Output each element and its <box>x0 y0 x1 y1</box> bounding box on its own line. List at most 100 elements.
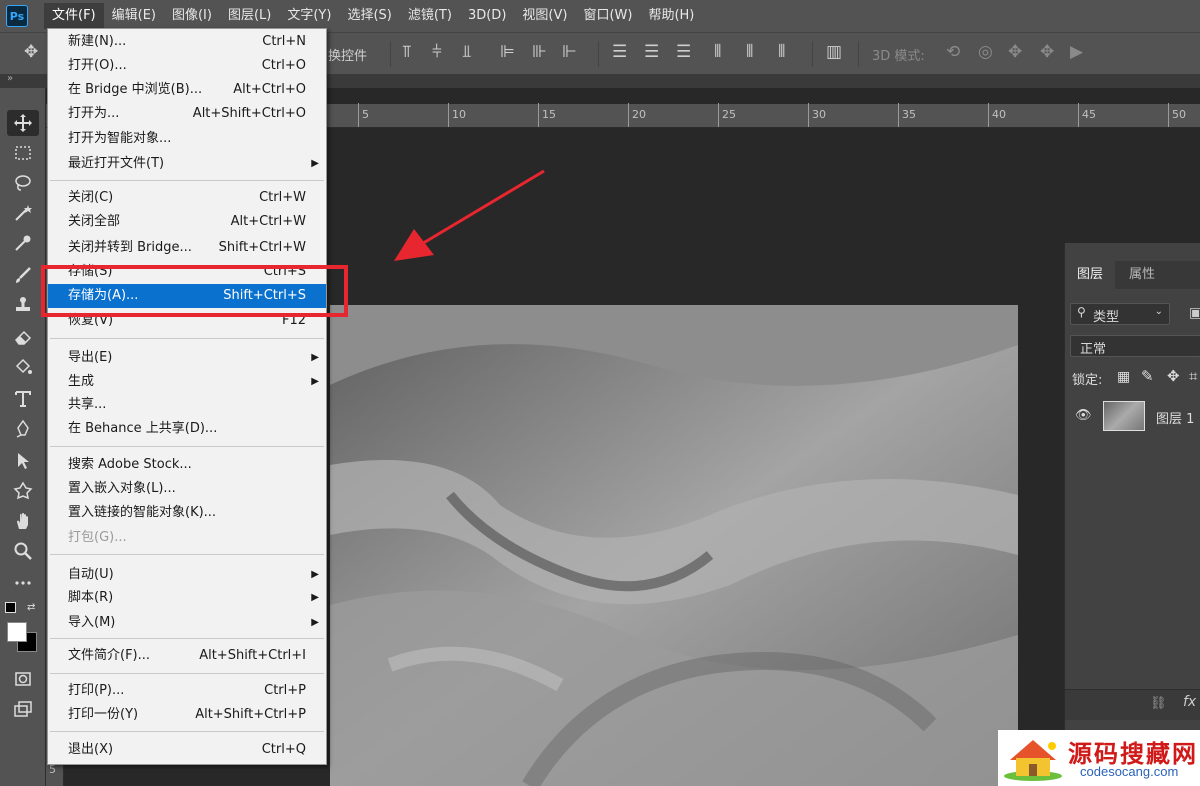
menu-item-search-stock[interactable]: 搜索 Adobe Stock... <box>48 453 326 477</box>
menu-item-new[interactable]: 新建(N)... Ctrl+N <box>48 30 326 54</box>
menu-separator <box>50 180 324 181</box>
menu-image[interactable]: 图像(I) <box>164 3 220 29</box>
menu-item-scripts[interactable]: 脚本(R) ▶ <box>48 586 326 610</box>
align-vcenter-icon[interactable]: ⫩ <box>432 42 442 62</box>
pen-tool[interactable] <box>7 416 39 442</box>
align-right-icon[interactable]: ⊩ <box>562 42 577 62</box>
align-bottom-icon[interactable]: ⫫ <box>462 42 472 62</box>
submenu-arrow-icon: ▶ <box>311 376 319 387</box>
menu-item-recent-files[interactable]: 最近打开文件(T) ▶ <box>48 152 326 176</box>
menu-item-open[interactable]: 打开(O)... Ctrl+O <box>48 54 326 78</box>
quick-mask-button[interactable] <box>7 666 39 692</box>
menu-item-generate[interactable]: 生成 ▶ <box>48 370 326 394</box>
foreground-color-swatch[interactable] <box>7 622 27 642</box>
align-top-icon[interactable]: ⫪ <box>402 42 412 62</box>
menu-item-export[interactable]: 导出(E) ▶ <box>48 346 326 370</box>
more-tools[interactable] <box>7 570 39 596</box>
layer-row[interactable]: 👁 图层 1 <box>1065 399 1200 435</box>
filter-label: 类型 <box>1093 310 1120 325</box>
link-icon[interactable]: ⛓ <box>1150 696 1167 711</box>
lock-artboard-icon[interactable]: ⌗ <box>1189 367 1197 385</box>
menu-item-print-one-copy[interactable]: 打印一份(Y) Alt+Shift+Ctrl+P <box>48 703 326 727</box>
distribute-top-icon[interactable]: ☰ <box>612 42 627 62</box>
menu-item-share[interactable]: 共享... <box>48 393 326 417</box>
layer-filter-select[interactable]: ⚲ 类型 ⌄ <box>1070 303 1170 325</box>
magic-wand-icon <box>15 205 32 221</box>
lasso-tool[interactable] <box>7 170 39 196</box>
hand-tool[interactable] <box>7 508 39 534</box>
ruler-tick <box>898 103 899 127</box>
menu-item-place-embedded[interactable]: 置入嵌入对象(L)... <box>48 477 326 501</box>
3d-orbit-icon[interactable]: ⟲ <box>946 42 960 62</box>
menu-type[interactable]: 文字(Y) <box>279 3 339 29</box>
color-swatches[interactable]: ⇄ <box>5 602 41 656</box>
marquee-tool[interactable] <box>7 140 39 166</box>
menu-select[interactable]: 选择(S) <box>339 3 399 29</box>
eraser-tool[interactable] <box>7 324 39 350</box>
move-tool[interactable] <box>7 110 39 136</box>
hand-icon <box>17 513 28 529</box>
move-tool-icon[interactable]: ✥ <box>24 42 38 62</box>
menu-edit[interactable]: 编辑(E) <box>104 3 164 29</box>
ruler-label: 15 <box>542 108 556 121</box>
auto-align-icon[interactable]: ▥ <box>826 42 842 62</box>
menu-view[interactable]: 视图(V) <box>514 3 575 29</box>
menu-item-close-all[interactable]: 关闭全部 Alt+Ctrl+W <box>48 210 326 234</box>
shape-tool[interactable] <box>7 478 39 504</box>
screen-mode-button[interactable] <box>7 696 39 722</box>
menu-item-file-info[interactable]: 文件简介(F)... Alt+Shift+Ctrl+I <box>48 644 326 668</box>
menu-item-exit[interactable]: 退出(X) Ctrl+Q <box>48 738 326 762</box>
expand-icon[interactable]: » <box>7 73 13 84</box>
3d-slide-icon[interactable]: ✥ <box>1040 42 1054 62</box>
menu-item-share-behance[interactable]: 在 Behance 上共享(D)... <box>48 417 326 441</box>
menu-help[interactable]: 帮助(H) <box>640 3 702 29</box>
blend-mode-select[interactable]: 正常 <box>1070 335 1200 357</box>
menu-item-close-go-bridge[interactable]: 关闭并转到 Bridge... Shift+Ctrl+W <box>48 236 326 260</box>
3d-camera-icon[interactable]: ▶ <box>1070 42 1083 62</box>
menu-filter[interactable]: 滤镜(T) <box>400 3 460 29</box>
menu-item-browse-bridge[interactable]: 在 Bridge 中浏览(B)... Alt+Ctrl+O <box>48 78 326 102</box>
eye-icon[interactable]: 👁 <box>1075 408 1092 423</box>
menu-item-import[interactable]: 导入(M) ▶ <box>48 611 326 635</box>
document-image[interactable] <box>330 305 1018 786</box>
fx-button[interactable]: fx <box>1183 694 1196 710</box>
align-hcenter-icon[interactable]: ⊪ <box>532 42 547 62</box>
3d-pan-icon[interactable]: ✥ <box>1008 42 1022 62</box>
menu-item-open-smart-object[interactable]: 打开为智能对象... <box>48 127 326 151</box>
tab-layers[interactable]: 图层 <box>1065 261 1116 289</box>
distribute-right-icon[interactable]: ⦀ <box>778 42 785 62</box>
eraser-icon <box>15 330 32 345</box>
image-filter-icon[interactable]: ▣ <box>1189 305 1200 321</box>
path-selection-tool[interactable] <box>7 448 39 474</box>
brush-tool[interactable] <box>7 262 39 288</box>
distribute-vcenter-icon[interactable]: ☰ <box>644 42 659 62</box>
stamp-tool[interactable] <box>7 292 39 318</box>
menu-layer[interactable]: 图层(L) <box>220 3 279 29</box>
menu-item-print[interactable]: 打印(P)... Ctrl+P <box>48 679 326 703</box>
distribute-hcenter-icon[interactable]: ⦀ <box>746 42 753 62</box>
distribute-bottom-icon[interactable]: ☰ <box>676 42 691 62</box>
lock-brush-icon[interactable]: ✎ <box>1141 367 1154 385</box>
align-left-icon[interactable]: ⊫ <box>500 42 515 62</box>
menu-window[interactable]: 窗口(W) <box>575 3 640 29</box>
distribute-left-icon[interactable]: ⦀ <box>714 42 721 62</box>
type-tool[interactable] <box>7 386 39 412</box>
menu-3d[interactable]: 3D(D) <box>460 3 514 29</box>
magic-wand-tool[interactable] <box>7 200 39 226</box>
menu-file[interactable]: 文件(F) <box>44 3 104 29</box>
3d-roll-icon[interactable]: ◎ <box>978 42 993 62</box>
menu-item-close[interactable]: 关闭(C) Ctrl+W <box>48 186 326 210</box>
zoom-tool[interactable] <box>7 538 39 564</box>
transform-controls-label[interactable]: 换控件 <box>328 45 367 64</box>
tab-properties[interactable]: 属性 <box>1117 261 1167 289</box>
menu-item-open-as[interactable]: 打开为... Alt+Shift+Ctrl+O <box>48 102 326 126</box>
lock-position-icon[interactable]: ✥ <box>1167 367 1180 385</box>
eyedropper-tool[interactable] <box>7 230 39 256</box>
menu-item-automate[interactable]: 自动(U) ▶ <box>48 563 326 587</box>
default-colors-icon[interactable] <box>5 602 16 613</box>
menu-item-place-linked[interactable]: 置入链接的智能对象(K)... <box>48 501 326 525</box>
swap-colors-icon[interactable]: ⇄ <box>27 602 35 613</box>
paint-bucket-tool[interactable] <box>7 354 39 380</box>
lock-pixels-icon[interactable]: ▦ <box>1117 369 1130 385</box>
layer-name[interactable]: 图层 1 <box>1156 408 1194 427</box>
